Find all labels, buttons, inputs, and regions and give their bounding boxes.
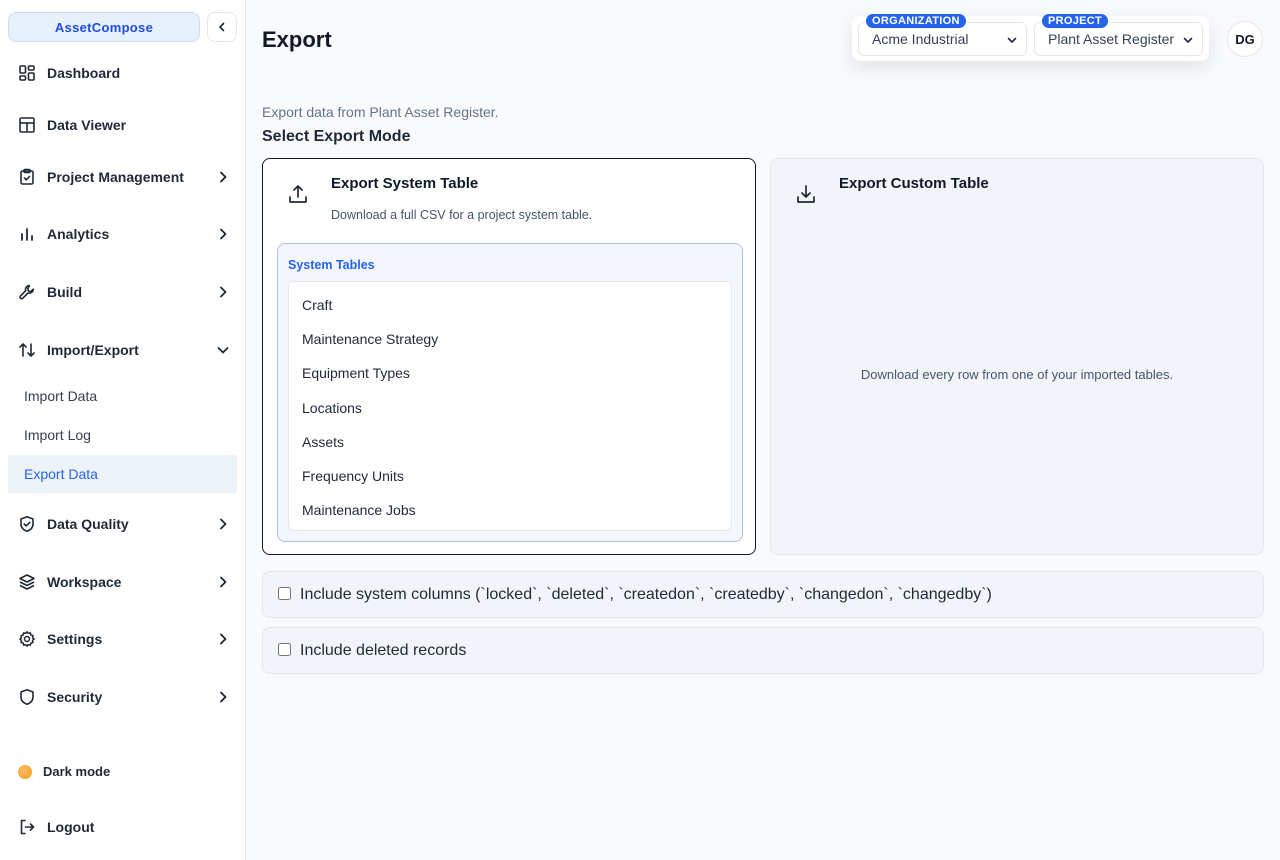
sidebar-subitem-import-log[interactable]: Import Log <box>8 416 237 454</box>
logout-icon <box>18 818 36 836</box>
sidebar-item-label: Data Viewer <box>47 117 127 133</box>
card-description: Download a full CSV for a project system… <box>331 208 593 222</box>
chevron-down-icon <box>1007 37 1017 43</box>
include-system-columns-option[interactable]: Include system columns (`locked`, `delet… <box>262 571 1264 618</box>
list-item[interactable]: Locations <box>289 391 731 425</box>
table-icon <box>18 116 36 134</box>
sidebar-item-label: Data Quality <box>47 516 129 532</box>
card-description: Download every row from one of your impo… <box>860 367 1174 382</box>
system-tables-label: System Tables <box>288 258 375 272</box>
card-title: Export System Table <box>331 175 479 192</box>
sidebar-item-security[interactable]: Security <box>8 680 237 714</box>
gear-icon <box>18 630 36 648</box>
export-system-table-card[interactable]: Export System Table Download a full CSV … <box>262 158 756 555</box>
export-mode-heading: Select Export Mode <box>262 128 411 145</box>
chevron-left-icon <box>219 22 225 32</box>
shield-check-icon <box>18 515 36 533</box>
organization-badge: ORGANIZATION <box>866 14 966 28</box>
dashboard-icon <box>18 64 36 82</box>
organization-select-value: Acme Industrial <box>872 31 969 47</box>
sidebar-item-label: Build <box>47 284 82 300</box>
sidebar: AssetCompose Dashboard Data Viewer Proje… <box>0 0 246 860</box>
chevron-right-icon <box>220 576 227 588</box>
logout-label: Logout <box>47 819 95 835</box>
project-badge: PROJECT <box>1042 14 1109 28</box>
sidebar-subitem-import-data[interactable]: Import Data <box>8 377 237 415</box>
download-icon <box>797 185 815 203</box>
include-deleted-records-checkbox[interactable] <box>278 642 291 656</box>
page-subtitle: Export data from Plant Asset Register. <box>262 104 499 120</box>
list-item[interactable]: Craft <box>289 288 731 322</box>
sidebar-item-label: Project Management <box>47 169 184 185</box>
list-item[interactable]: Maintenance Jobs <box>289 493 731 527</box>
dark-mode-label: Dark mode <box>43 764 111 779</box>
card-title: Export Custom Table <box>839 175 989 192</box>
chevron-right-icon <box>220 228 227 240</box>
sun-icon <box>18 764 32 779</box>
sidebar-item-settings[interactable]: Settings <box>8 622 237 656</box>
chevron-right-icon <box>220 286 227 298</box>
chevron-right-icon <box>220 518 227 530</box>
sidebar-item-workspace[interactable]: Workspace <box>8 565 237 599</box>
bar-chart-icon <box>18 225 36 243</box>
chevron-right-icon <box>220 691 227 703</box>
sidebar-item-label: Import/Export <box>47 342 139 358</box>
wrench-icon <box>18 283 36 301</box>
sidebar-subitem-export-data[interactable]: Export Data <box>8 455 237 493</box>
collapse-sidebar-button[interactable] <box>207 12 237 42</box>
upload-icon <box>289 185 307 203</box>
sidebar-item-dashboard[interactable]: Dashboard <box>8 56 237 90</box>
logout-button[interactable]: Logout <box>8 810 237 844</box>
sidebar-item-label: Analytics <box>47 226 110 242</box>
layers-icon <box>18 573 36 591</box>
sidebar-item-label: Settings <box>47 631 103 647</box>
sidebar-item-import-export[interactable]: Import/Export <box>8 333 237 367</box>
include-system-columns-checkbox[interactable] <box>278 586 291 600</box>
sidebar-item-data-viewer[interactable]: Data Viewer <box>8 108 237 142</box>
include-deleted-records-label: Include deleted records <box>300 641 467 659</box>
sidebar-item-data-quality[interactable]: Data Quality <box>8 507 237 541</box>
chevron-down-icon <box>1183 37 1193 43</box>
export-custom-table-card[interactable]: Export Custom Table Download every row f… <box>770 158 1264 555</box>
sidebar-item-label: Workspace <box>47 574 122 590</box>
list-item[interactable]: Assets <box>289 425 731 459</box>
project-select[interactable]: Plant Asset Register PROJECT <box>1034 14 1203 56</box>
brand-logo[interactable]: AssetCompose <box>8 12 200 42</box>
sidebar-item-build[interactable]: Build <box>8 275 237 309</box>
chevron-right-icon <box>220 171 227 183</box>
arrows-up-down-icon <box>18 341 36 359</box>
user-avatar[interactable]: DG <box>1227 21 1263 57</box>
organization-select[interactable]: Acme Industrial ORGANIZATION <box>858 14 1027 56</box>
list-item[interactable]: Frequency Units <box>289 459 731 493</box>
include-system-columns-label: Include system columns (`locked`, `delet… <box>300 585 992 603</box>
chevron-right-icon <box>220 633 227 645</box>
clipboard-icon <box>18 168 36 186</box>
system-tables-list[interactable]: Craft Maintenance Strategy Equipment Typ… <box>288 281 732 531</box>
sidebar-item-analytics[interactable]: Analytics <box>8 217 237 251</box>
sidebar-item-label: Security <box>47 689 103 705</box>
include-deleted-records-option[interactable]: Include deleted records <box>262 627 1264 674</box>
list-item[interactable]: Maintenance Strategy <box>289 322 731 356</box>
system-tables-panel: System Tables Craft Maintenance Strategy… <box>277 243 743 542</box>
context-selectors: Acme Industrial ORGANIZATION Plant Asset… <box>852 14 1209 61</box>
sidebar-item-label: Dashboard <box>47 65 121 81</box>
sidebar-item-project-management[interactable]: Project Management <box>8 160 237 194</box>
project-select-value: Plant Asset Register <box>1048 31 1175 47</box>
shield-icon <box>18 688 36 706</box>
page-title: Export <box>262 27 332 52</box>
dark-mode-toggle[interactable]: Dark mode <box>18 764 110 779</box>
chevron-down-icon <box>217 347 229 354</box>
list-item[interactable]: Equipment Types <box>289 356 731 390</box>
